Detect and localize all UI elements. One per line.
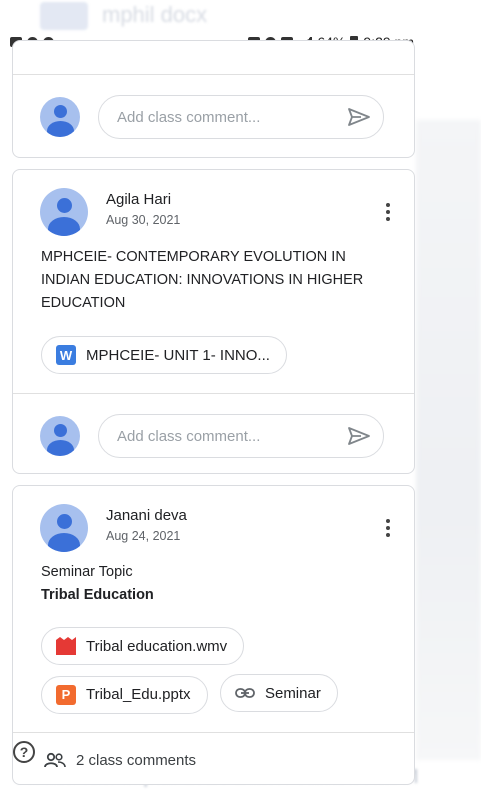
- attachment-chip[interactable]: W MPHCEIE- UNIT 1- INNO...: [41, 336, 287, 374]
- avatar: [40, 416, 80, 456]
- author-avatar: [40, 188, 88, 236]
- word-doc-icon: W: [56, 345, 76, 365]
- author-avatar: [40, 504, 88, 552]
- more-options-icon[interactable]: [380, 200, 396, 224]
- help-icon[interactable]: ?: [13, 741, 35, 763]
- background-app-title: mphil docx: [40, 2, 340, 32]
- attachments: Tribal education.wmv P Tribal_Edu.pptx S…: [13, 627, 414, 714]
- comment-row: Add class comment...: [13, 394, 414, 473]
- attachment-label: MPHCEIE- UNIT 1- INNO...: [86, 346, 270, 364]
- send-icon[interactable]: [347, 426, 371, 446]
- comment-placeholder: Add class comment...: [117, 108, 261, 126]
- attachment-chip-link[interactable]: Seminar: [219, 674, 338, 712]
- post-card: Agila Hari Aug 30, 2021 MPHCEIE- CONTEMP…: [12, 169, 415, 474]
- post-card-previous: Add class comment...: [12, 40, 415, 158]
- comment-placeholder: Add class comment...: [117, 427, 261, 445]
- post-text-bold: Tribal Education: [41, 587, 154, 603]
- attachments: W MPHCEIE- UNIT 1- INNO...: [13, 336, 414, 374]
- post-header: Janani deva Aug 24, 2021: [13, 486, 414, 552]
- comment-input[interactable]: Add class comment...: [98, 95, 384, 139]
- comment-row: Add class comment...: [13, 75, 414, 157]
- link-icon: [235, 683, 255, 703]
- post-date: Aug 24, 2021: [106, 529, 181, 543]
- attachment-label: Seminar: [264, 684, 321, 702]
- attachment-chip[interactable]: Tribal education.wmv: [41, 627, 245, 665]
- attachment-label: Tribal education.wmv: [86, 637, 228, 655]
- post-text: MPHCEIE- CONTEMPORARY EVOLUTION IN INDIA…: [41, 249, 364, 311]
- post-date: Aug 30, 2021: [106, 213, 181, 227]
- people-icon: [44, 752, 66, 768]
- class-comments-row[interactable]: 2 class comments: [44, 738, 196, 782]
- class-comments-count: 2 class comments: [76, 751, 197, 769]
- attachment-chip[interactable]: P Tribal_Edu.pptx: [41, 675, 208, 714]
- background-panel: [416, 120, 481, 760]
- powerpoint-icon: P: [56, 684, 76, 705]
- send-icon[interactable]: [347, 107, 371, 127]
- comment-input[interactable]: Add class comment...: [98, 414, 384, 458]
- post-text: Seminar Topic Tribal Education: [13, 552, 414, 607]
- post-text-line: Seminar Topic: [41, 564, 133, 580]
- avatar: [40, 97, 80, 137]
- author-name: Janani deva: [106, 507, 187, 524]
- video-file-icon: [56, 636, 76, 656]
- attachment-label: Tribal_Edu.pptx: [86, 686, 191, 703]
- post-header: Agila Hari Aug 30, 2021: [13, 170, 414, 236]
- more-options-icon[interactable]: [380, 516, 396, 540]
- divider: [13, 731, 414, 733]
- author-name: Agila Hari: [106, 191, 172, 208]
